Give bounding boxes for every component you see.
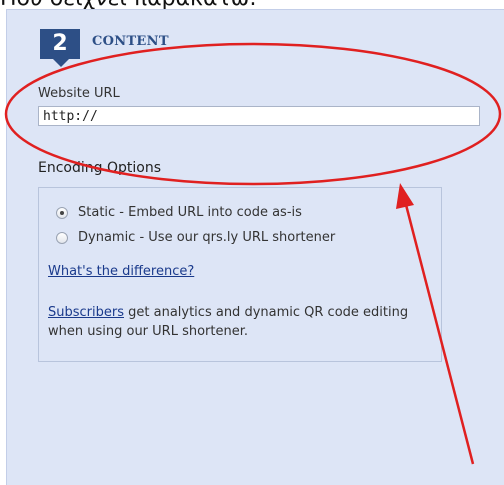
static-radio[interactable] [56, 206, 68, 219]
subscribers-note: Subscribers get analytics and dynamic QR… [48, 303, 438, 341]
dynamic-option-label: Dynamic - Use our qrs.ly URL shortener [78, 230, 336, 245]
static-option-label: Static - Embed URL into code as-is [78, 205, 302, 220]
step-number-badge: 2 [40, 29, 80, 59]
dynamic-radio[interactable] [56, 231, 68, 244]
badge-notch [53, 59, 69, 67]
section-title: CONTENT [92, 34, 169, 49]
static-option[interactable]: Static - Embed URL into code as-is [56, 205, 302, 220]
whats-the-difference-link[interactable]: What's the difference? [48, 264, 194, 279]
subscribers-link[interactable]: Subscribers [48, 305, 124, 320]
dynamic-option[interactable]: Dynamic - Use our qrs.ly URL shortener [56, 230, 335, 245]
website-url-label: Website URL [38, 86, 120, 101]
encoding-options-title: Encoding Options [38, 160, 161, 176]
website-url-input[interactable] [38, 106, 480, 126]
